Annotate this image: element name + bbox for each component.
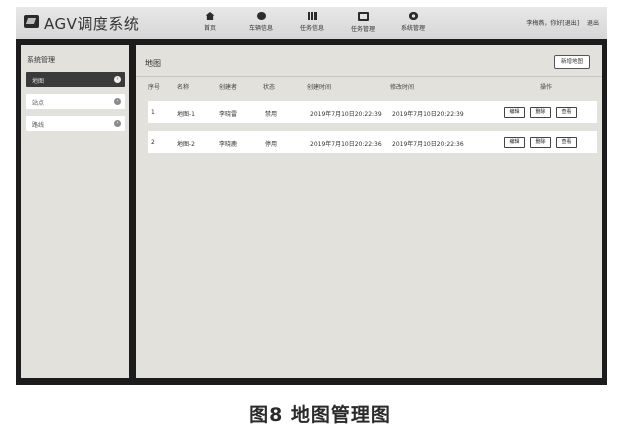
gear-icon bbox=[408, 12, 418, 20]
bars-icon bbox=[307, 12, 317, 20]
sidebar-item-station[interactable]: 站点 › bbox=[26, 94, 125, 109]
nav-vehicle-info-label: 车辆信息 bbox=[248, 25, 273, 32]
sidebar-title: 系统管理 bbox=[27, 56, 55, 64]
nav-vehicle-info[interactable]: 车辆信息 bbox=[239, 12, 283, 32]
cell-index: 1 bbox=[151, 109, 155, 116]
app-logo-icon bbox=[24, 15, 39, 28]
column-header-actions: 操作 bbox=[540, 84, 553, 91]
view-button[interactable]: 查看 bbox=[556, 137, 577, 148]
column-header-created: 创建时间 bbox=[307, 84, 332, 91]
cell-status: 禁用 bbox=[265, 111, 278, 118]
cell-modified: 2019年7月10日20:22:36 bbox=[392, 141, 464, 148]
nav-task-info[interactable]: 任务信息 bbox=[290, 12, 334, 32]
sidebar-item-label: 路线 bbox=[32, 122, 45, 129]
nav-system-management[interactable]: 系统管理 bbox=[391, 12, 435, 32]
cell-creator: 李晓鹿 bbox=[219, 141, 238, 148]
chevron-right-icon: › bbox=[114, 98, 121, 105]
delete-button[interactable]: 删除 bbox=[530, 107, 551, 118]
edit-button[interactable]: 编辑 bbox=[504, 107, 525, 118]
column-header-index: 序号 bbox=[148, 84, 161, 91]
main-panel: 地图 新增地图 序号 名称 创建者 状态 创建时间 修改时间 操作 1 地图-1… bbox=[136, 45, 602, 378]
table-row: 1 地图-1 李晓雷 禁用 2019年7月10日20:22:39 2019年7月… bbox=[148, 101, 597, 123]
nav-task-management-label: 任务管理 bbox=[350, 26, 375, 33]
figure-caption: 图8 地图管理图 bbox=[249, 404, 391, 426]
cell-name: 地图-1 bbox=[177, 111, 195, 118]
cell-status: 停用 bbox=[265, 141, 278, 148]
globe-icon bbox=[256, 12, 266, 20]
nav-home[interactable]: 首页 bbox=[188, 12, 232, 32]
home-icon bbox=[205, 12, 215, 20]
sidebar-item-label: 站点 bbox=[32, 100, 45, 107]
user-greeting: 李梅燕，你好[退出] bbox=[526, 20, 580, 27]
nav-system-management-label: 系统管理 bbox=[400, 25, 425, 32]
delete-button[interactable]: 删除 bbox=[530, 137, 551, 148]
column-header-modified: 修改时间 bbox=[390, 84, 415, 91]
column-header-creator: 创建者 bbox=[219, 84, 238, 91]
view-button[interactable]: 查看 bbox=[556, 107, 577, 118]
cell-created: 2019年7月10日20:22:36 bbox=[310, 141, 382, 148]
nav-task-management[interactable]: 任务管理 bbox=[341, 12, 385, 33]
cell-index: 2 bbox=[151, 139, 155, 146]
edit-button[interactable]: 编辑 bbox=[504, 137, 525, 148]
app-title: AGV调度系统 bbox=[44, 15, 140, 33]
nav-task-info-label: 任务信息 bbox=[299, 25, 324, 32]
table-row: 2 地图-2 李晓鹿 停用 2019年7月10日20:22:36 2019年7月… bbox=[148, 131, 597, 153]
chevron-right-icon: › bbox=[114, 76, 121, 83]
user-area: 李梅燕，你好[退出] 退出 bbox=[520, 18, 599, 27]
cell-name: 地图-2 bbox=[177, 141, 195, 148]
cell-created: 2019年7月10日20:22:39 bbox=[310, 111, 382, 118]
chevron-right-icon: › bbox=[114, 120, 121, 127]
sidebar-item-label: 地图 bbox=[32, 78, 45, 85]
column-header-name: 名称 bbox=[177, 84, 190, 91]
nav-home-label: 首页 bbox=[203, 25, 216, 32]
sidebar-item-route[interactable]: 路线 › bbox=[26, 116, 125, 131]
monitor-icon bbox=[357, 12, 369, 21]
cell-modified: 2019年7月10日20:22:39 bbox=[392, 111, 464, 118]
app-window: AGV调度系统 首页 车辆信息 任务信息 任务管理 系统管理 李梅燕，你好[退出… bbox=[16, 7, 607, 385]
top-navigation-bar: AGV调度系统 首页 车辆信息 任务信息 任务管理 系统管理 李梅燕，你好[退出… bbox=[16, 7, 607, 39]
sidebar: 系统管理 地图 › 站点 › 路线 › bbox=[21, 45, 129, 378]
page-title: 地图 bbox=[145, 59, 161, 68]
sidebar-item-map[interactable]: 地图 › bbox=[26, 72, 125, 87]
cell-creator: 李晓雷 bbox=[219, 111, 238, 118]
add-map-button[interactable]: 新增地图 bbox=[554, 55, 590, 69]
divider bbox=[136, 76, 602, 77]
logout-link[interactable]: 退出 bbox=[587, 20, 599, 27]
column-header-status: 状态 bbox=[263, 84, 276, 91]
